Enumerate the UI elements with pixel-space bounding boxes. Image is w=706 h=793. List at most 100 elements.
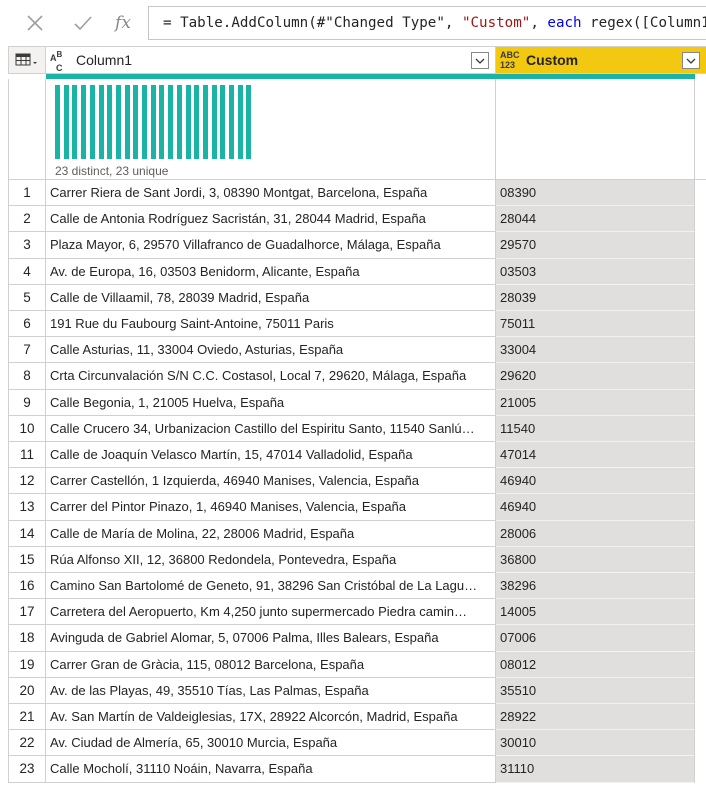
table-row[interactable]: 19 Carrer Gran de Gràcia, 115, 08012 Barc… xyxy=(8,651,706,678)
distribution-bar[interactable] xyxy=(72,85,78,159)
row-number[interactable]: 13 xyxy=(8,494,46,521)
cell-custom[interactable]: 29620 xyxy=(496,363,695,390)
table-row[interactable]: 20 Av. de las Playas, 49, 35510 Tías, Las… xyxy=(8,677,706,704)
cell-custom[interactable]: 08390 xyxy=(496,180,695,207)
cell-custom[interactable]: 11540 xyxy=(496,415,695,442)
distribution-bar[interactable] xyxy=(168,85,174,159)
row-number[interactable]: 16 xyxy=(8,573,46,600)
fx-icon[interactable]: fx xyxy=(108,8,138,38)
row-number[interactable]: 15 xyxy=(8,546,46,573)
distribution-bar[interactable] xyxy=(142,85,147,159)
table-row[interactable]: 14 Calle de María de Molina, 22, 28006 Ma… xyxy=(8,520,706,547)
table-row[interactable]: 21 Av. San Martín de Valdeiglesias, 17X, … xyxy=(8,704,706,731)
distribution-bar[interactable] xyxy=(211,85,217,159)
column-header-custom[interactable]: ABC 123 Custom xyxy=(496,46,706,74)
cell-column1[interactable]: Av. San Martín de Valdeiglesias, 17X, 28… xyxy=(46,704,496,731)
cell-custom[interactable]: 46940 xyxy=(496,468,695,495)
row-number[interactable]: 22 xyxy=(8,730,46,757)
table-row[interactable]: 1 Carrer Riera de Sant Jordi, 3, 08390 Mo… xyxy=(8,180,706,207)
cell-column1[interactable]: Camino San Bartolomé de Geneto, 91, 3829… xyxy=(46,573,496,600)
cell-custom[interactable]: 03503 xyxy=(496,258,695,285)
cell-column1[interactable]: Calle Begonia, 1, 21005 Huelva, España xyxy=(46,389,496,416)
cell-column1[interactable]: Carretera del Aeropuerto, Km 4,250 junto… xyxy=(46,599,496,626)
table-row[interactable]: 6 191 Rue du Faubourg Saint-Antoine, 7501… xyxy=(8,311,706,338)
row-number[interactable]: 4 xyxy=(8,258,46,285)
table-row[interactable]: 11 Calle de Joaquín Velasco Martín, 15, 4… xyxy=(8,442,706,469)
distribution-bar[interactable] xyxy=(115,85,121,159)
cell-column1[interactable]: Carrer Riera de Sant Jordi, 3, 08390 Mon… xyxy=(46,180,496,207)
distribution-bar[interactable] xyxy=(185,85,191,159)
row-number[interactable]: 17 xyxy=(8,599,46,626)
distribution-bars[interactable] xyxy=(55,85,255,159)
cell-custom[interactable]: 28044 xyxy=(496,206,695,233)
table-row[interactable]: 5 Calle de Villaamil, 78, 28039 Madrid, E… xyxy=(8,284,706,311)
distribution-bar[interactable] xyxy=(229,85,234,159)
cell-column1[interactable]: Calle de Antonia Rodríguez Sacristán, 31… xyxy=(46,206,496,233)
cell-custom[interactable]: 14005 xyxy=(496,599,695,626)
cell-custom[interactable]: 35510 xyxy=(496,677,695,704)
table-row[interactable]: 13 Carrer del Pintor Pinazo, 1, 46940 Man… xyxy=(8,494,706,521)
cell-custom[interactable]: 08012 xyxy=(496,651,695,678)
row-number[interactable]: 20 xyxy=(8,677,46,704)
cell-column1[interactable]: Av. de las Playas, 49, 35510 Tías, Las P… xyxy=(46,677,496,704)
cell-column1[interactable]: Avinguda de Gabriel Alomar, 5, 07006 Pal… xyxy=(46,625,496,652)
cell-custom[interactable]: 46940 xyxy=(496,494,695,521)
cell-column1[interactable]: Calle de Joaquín Velasco Martín, 15, 470… xyxy=(46,442,496,469)
cell-column1[interactable]: 191 Rue du Faubourg Saint-Antoine, 75011… xyxy=(46,311,496,338)
distribution-bar[interactable] xyxy=(176,85,182,159)
table-row[interactable]: 22 Av. Ciudad de Almería, 65, 30010 Murci… xyxy=(8,730,706,757)
table-row[interactable]: 8 Crta Circunvalación S/N C.C. Costasol, … xyxy=(8,363,706,390)
row-number[interactable]: 9 xyxy=(8,389,46,416)
distribution-bar[interactable] xyxy=(159,85,165,159)
table-row[interactable]: 10 Calle Crucero 34, Urbanizacion Castill… xyxy=(8,415,706,442)
table-row[interactable]: 4 Av. de Europa, 16, 03503 Benidorm, Alic… xyxy=(8,258,706,285)
distribution-bar[interactable] xyxy=(107,85,113,159)
cell-column1[interactable]: Av. Ciudad de Almería, 65, 30010 Murcia,… xyxy=(46,730,496,757)
table-row[interactable]: 2 Calle de Antonia Rodríguez Sacristán, 3… xyxy=(8,206,706,233)
cell-custom[interactable]: 07006 xyxy=(496,625,695,652)
distribution-bar[interactable] xyxy=(133,85,139,159)
table-row[interactable]: 17 Carretera del Aeropuerto, Km 4,250 jun… xyxy=(8,599,706,626)
row-number[interactable]: 10 xyxy=(8,415,46,442)
cell-column1[interactable]: Calle Asturias, 11, 33004 Oviedo, Asturi… xyxy=(46,337,496,364)
check-icon[interactable] xyxy=(68,8,98,38)
table-row[interactable]: 16 Camino San Bartolomé de Geneto, 91, 38… xyxy=(8,573,706,600)
cell-custom[interactable]: 47014 xyxy=(496,442,695,469)
row-number[interactable]: 3 xyxy=(8,232,46,259)
row-number[interactable]: 18 xyxy=(8,625,46,652)
cell-custom[interactable]: 29570 xyxy=(496,232,695,259)
row-number[interactable]: 21 xyxy=(8,704,46,731)
distribution-bar[interactable] xyxy=(98,85,104,159)
any-type-icon[interactable]: ABC 123 xyxy=(500,50,520,70)
table-row[interactable]: 9 Calle Begonia, 1, 21005 Huelva, España 2… xyxy=(8,389,706,416)
distribution-bar[interactable] xyxy=(220,85,226,159)
cell-custom[interactable]: 75011 xyxy=(496,311,695,338)
table-row[interactable]: 7 Calle Asturias, 11, 33004 Oviedo, Astur… xyxy=(8,337,706,364)
text-type-icon[interactable]: AB C xyxy=(50,50,63,73)
cell-custom[interactable]: 38296 xyxy=(496,573,695,600)
filter-dropdown-button[interactable] xyxy=(682,52,700,69)
column-distribution[interactable]: 23 distinct, 23 unique xyxy=(46,79,496,179)
table-row[interactable]: 15 Rúa Alfonso XII, 12, 36800 Redondela, … xyxy=(8,546,706,573)
distribution-bar[interactable] xyxy=(194,85,200,159)
cell-custom[interactable]: 33004 xyxy=(496,337,695,364)
row-number[interactable]: 12 xyxy=(8,468,46,495)
cell-column1[interactable]: Carrer Castellón, 1 Izquierda, 46940 Man… xyxy=(46,468,496,495)
row-number[interactable]: 5 xyxy=(8,284,46,311)
cell-column1[interactable]: Plaza Mayor, 6, 29570 Villafranco de Gua… xyxy=(46,232,496,259)
distribution-bar[interactable] xyxy=(89,85,95,159)
cell-custom[interactable]: 30010 xyxy=(496,730,695,757)
table-row[interactable]: 18 Avinguda de Gabriel Alomar, 5, 07006 P… xyxy=(8,625,706,652)
cell-column1[interactable]: Crta Circunvalación S/N C.C. Costasol, L… xyxy=(46,363,496,390)
row-number[interactable]: 1 xyxy=(8,180,46,207)
row-number[interactable]: 19 xyxy=(8,651,46,678)
row-number[interactable]: 8 xyxy=(8,363,46,390)
cell-column1[interactable]: Calle Crucero 34, Urbanizacion Castillo … xyxy=(46,415,496,442)
distribution-bar[interactable] xyxy=(124,85,130,159)
cell-column1[interactable]: Rúa Alfonso XII, 12, 36800 Redondela, Po… xyxy=(46,546,496,573)
cell-column1[interactable]: Calle de María de Molina, 22, 28006 Madr… xyxy=(46,520,496,547)
row-number[interactable]: 2 xyxy=(8,206,46,233)
cell-custom[interactable]: 28039 xyxy=(496,284,695,311)
row-number[interactable]: 23 xyxy=(8,756,46,783)
table-menu-button[interactable] xyxy=(8,46,46,74)
